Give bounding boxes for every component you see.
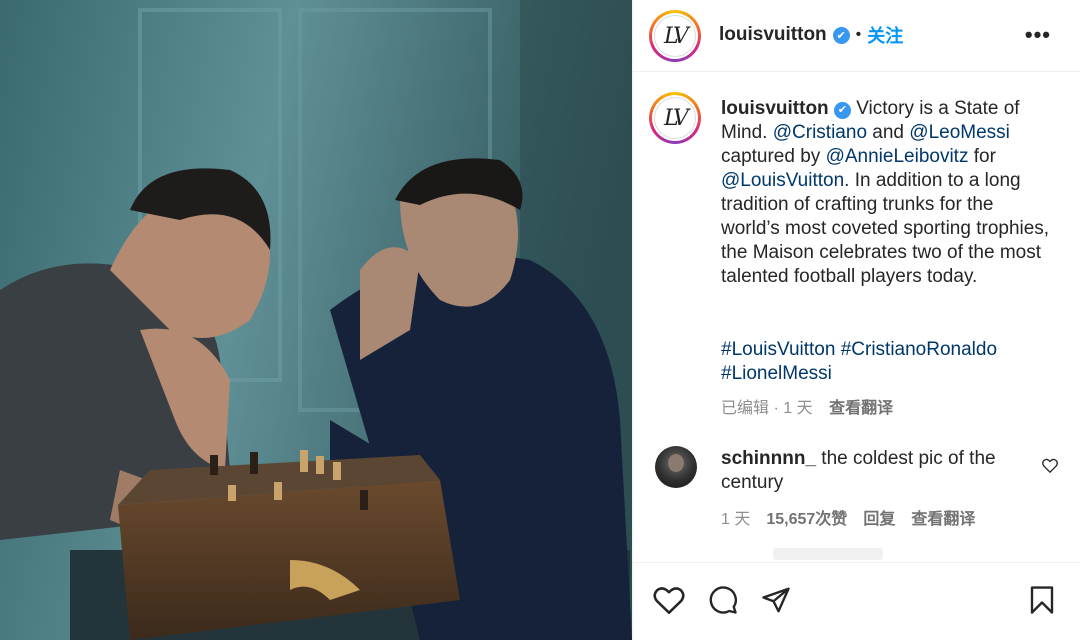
comment-icon[interactable] xyxy=(707,585,739,620)
share-icon[interactable] xyxy=(761,585,791,620)
caption-avatar[interactable]: LV xyxy=(649,92,701,144)
separator-dot: • xyxy=(855,26,862,43)
caption-text: and xyxy=(872,122,904,143)
photo-illustration xyxy=(0,0,632,640)
post-age: 1 天 xyxy=(783,400,813,417)
action-bar xyxy=(633,562,1080,640)
reply-button[interactable]: 回复 xyxy=(863,505,895,529)
profile-username[interactable]: louisvuitton xyxy=(719,24,827,46)
caption-text: captured by xyxy=(721,146,821,167)
caption-text: for xyxy=(973,146,996,167)
translate-link[interactable]: 查看翻译 xyxy=(829,400,893,417)
post-caption: louisvuitton ✔ Victory is a State of Min… xyxy=(721,97,1051,289)
comment-likes[interactable]: 15,657次赞 xyxy=(766,505,847,529)
header-user-row: louisvuitton ✔ • 关注 xyxy=(719,22,903,48)
comment: schinnnn_ the coldest pic of the century xyxy=(721,447,1031,495)
post-photo[interactable] xyxy=(0,0,632,640)
hashtags[interactable]: #LouisVuitton #CristianoRonaldo #LionelM… xyxy=(721,338,1061,386)
profile-avatar[interactable]: LV xyxy=(649,10,701,62)
lv-logo: LV xyxy=(654,15,696,57)
lv-logo: LV xyxy=(654,97,696,139)
more-options-icon[interactable]: ••• xyxy=(1025,22,1051,48)
comment-meta: 1 天 15,657次赞 回复 查看翻译 xyxy=(721,505,975,529)
follow-button[interactable]: 关注 xyxy=(867,22,903,48)
post-header: LV louisvuitton ✔ • 关注 ••• xyxy=(633,0,1080,72)
verified-icon: ✔ xyxy=(833,101,851,119)
commenter-avatar[interactable] xyxy=(655,446,697,488)
bookmark-icon[interactable] xyxy=(1029,585,1055,620)
heart-icon[interactable] xyxy=(653,585,685,620)
faded-view-replies xyxy=(773,548,883,560)
mention-link[interactable]: @Cristiano xyxy=(773,122,867,143)
comment-username[interactable]: schinnnn_ xyxy=(721,448,816,469)
mention-link[interactable]: @LouisVuitton xyxy=(721,170,844,191)
post-panel: LV louisvuitton ✔ • 关注 ••• LV louisvuitt… xyxy=(632,0,1080,640)
translate-link[interactable]: 查看翻译 xyxy=(911,505,975,529)
verified-icon: ✔ xyxy=(832,26,850,44)
mention-link[interactable]: @LeoMessi xyxy=(909,122,1010,143)
mention-link[interactable]: @AnnieLeibovitz xyxy=(826,146,969,167)
small-heart-icon[interactable] xyxy=(1042,458,1058,478)
comment-age: 1 天 xyxy=(721,511,751,528)
caption-username[interactable]: louisvuitton xyxy=(721,98,829,119)
caption-meta: 已编辑 · 1 天 查看翻译 xyxy=(721,400,894,417)
edited-label: 已编辑 xyxy=(721,400,770,417)
